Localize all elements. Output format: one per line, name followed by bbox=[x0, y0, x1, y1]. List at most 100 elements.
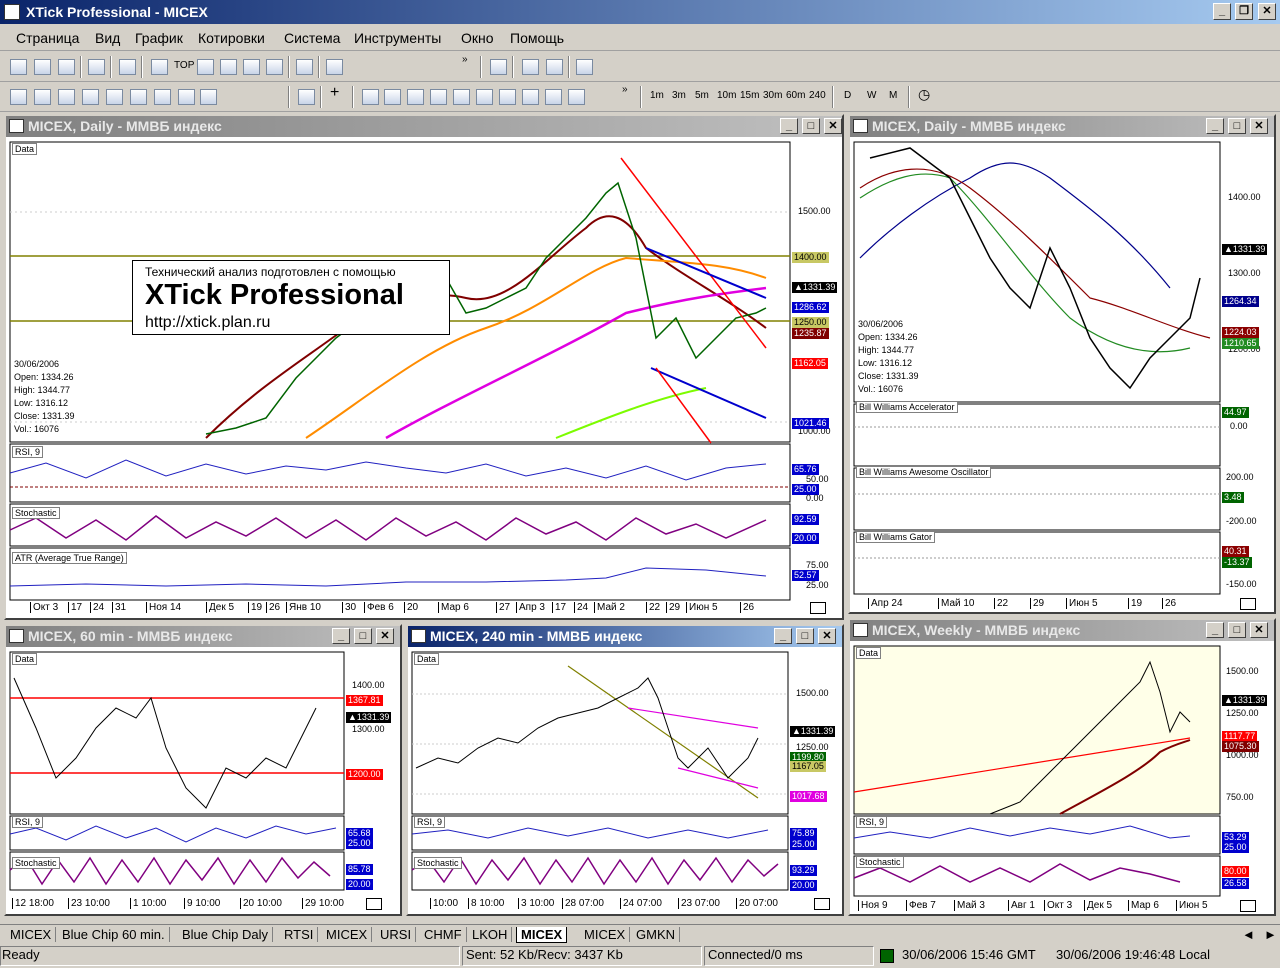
tab-rtsi[interactable]: RTSI bbox=[280, 927, 319, 942]
tf-10m[interactable]: 10m bbox=[717, 90, 736, 101]
minimize-button[interactable]: _ bbox=[1206, 622, 1224, 638]
tf-d[interactable]: D bbox=[844, 90, 851, 101]
bar-chart-icon[interactable] bbox=[10, 89, 27, 105]
fibo-arcs-icon[interactable] bbox=[522, 89, 539, 105]
main-daily-chart[interactable] bbox=[6, 138, 842, 618]
tf-3m[interactable]: 3m bbox=[672, 90, 686, 101]
window-right-daily-titlebar[interactable]: MICEX, Daily - ММВБ индекс _ □ ✕ bbox=[850, 116, 1274, 137]
menu-chart[interactable]: График bbox=[135, 30, 183, 46]
minimize-button[interactable]: _ bbox=[1206, 118, 1224, 134]
toolbar-overflow-icon[interactable]: » bbox=[462, 54, 468, 65]
scale-toggle-icon[interactable] bbox=[366, 898, 382, 910]
weekly-chart[interactable] bbox=[850, 642, 1274, 914]
renko-icon[interactable] bbox=[154, 89, 171, 105]
tab-micex-1[interactable]: MICEX bbox=[6, 927, 57, 942]
trendline-icon[interactable] bbox=[430, 89, 447, 105]
fibo-levels-icon[interactable] bbox=[499, 89, 516, 105]
save-page-icon[interactable] bbox=[522, 59, 539, 75]
tf-240[interactable]: 240 bbox=[809, 90, 826, 101]
watchlist-icon[interactable] bbox=[151, 59, 168, 75]
coins-icon[interactable] bbox=[243, 59, 260, 75]
tab-micex-active[interactable]: MICEX bbox=[516, 927, 568, 943]
tab-lkoh[interactable]: LKOH bbox=[468, 927, 513, 942]
minimize-button[interactable]: _ bbox=[332, 628, 350, 644]
candle-chart-icon[interactable] bbox=[34, 89, 51, 105]
window-main-daily-titlebar[interactable]: MICEX, Daily - ММВБ индекс _ □ ✕ bbox=[6, 116, 842, 137]
menu-quotes[interactable]: Котировки bbox=[198, 30, 265, 46]
tab-micex-2[interactable]: MICEX bbox=[322, 927, 373, 942]
search-icon[interactable] bbox=[197, 59, 214, 75]
scale-toggle-icon[interactable] bbox=[810, 602, 826, 614]
tab-gmkn[interactable]: GMKN bbox=[632, 927, 680, 942]
crosshair-icon[interactable]: + bbox=[330, 84, 339, 102]
scale-toggle-icon[interactable] bbox=[1240, 900, 1256, 912]
window-240min[interactable]: MICEX, 240 min - ММВБ индекс _ □ ✕ Data … bbox=[406, 624, 844, 916]
minimize-button[interactable]: _ bbox=[1213, 3, 1231, 20]
maximize-button[interactable]: □ bbox=[1228, 118, 1246, 134]
pnf-icon[interactable] bbox=[106, 89, 123, 105]
close-button[interactable]: ✕ bbox=[818, 628, 836, 644]
tf-w[interactable]: W bbox=[867, 90, 876, 101]
close-button[interactable]: ✕ bbox=[1258, 3, 1276, 20]
clock-icon[interactable]: ◷ bbox=[918, 86, 930, 103]
news-icon[interactable] bbox=[326, 59, 343, 75]
tf-60m[interactable]: 60m bbox=[786, 90, 805, 101]
hilo-icon[interactable] bbox=[82, 89, 99, 105]
close-button[interactable]: ✕ bbox=[824, 118, 842, 134]
line-icon[interactable] bbox=[58, 89, 75, 105]
tf-5m[interactable]: 5m bbox=[695, 90, 709, 101]
table-icon[interactable] bbox=[34, 59, 51, 75]
60min-chart[interactable] bbox=[6, 648, 400, 914]
window-right-daily[interactable]: MICEX, Daily - ММВБ индекс _ □ ✕ 30/06/2… bbox=[848, 114, 1276, 614]
tab-micex-4[interactable]: MICEX bbox=[580, 927, 631, 942]
list-icon[interactable] bbox=[88, 59, 105, 75]
window-weekly-titlebar[interactable]: MICEX, Weekly - ММВБ индекс _ □ ✕ bbox=[850, 620, 1274, 641]
menu-window[interactable]: Окно bbox=[461, 30, 494, 46]
menu-tools[interactable]: Инструменты bbox=[354, 30, 441, 46]
alerts-icon[interactable] bbox=[220, 59, 237, 75]
maximize-button[interactable]: □ bbox=[1228, 622, 1246, 638]
line-chart-icon[interactable] bbox=[10, 59, 27, 75]
tf-15m[interactable]: 15m bbox=[740, 90, 759, 101]
vline-icon[interactable] bbox=[407, 89, 424, 105]
maximize-button[interactable]: □ bbox=[796, 628, 814, 644]
volume-icon[interactable] bbox=[178, 89, 195, 105]
close-button[interactable]: ✕ bbox=[1250, 118, 1268, 134]
minimize-button[interactable]: _ bbox=[774, 628, 792, 644]
menu-page[interactable]: Страница bbox=[16, 30, 79, 46]
hline-icon[interactable] bbox=[384, 89, 401, 105]
window-240min-titlebar[interactable]: MICEX, 240 min - ММВБ индекс _ □ ✕ bbox=[408, 626, 842, 647]
window-60min-titlebar[interactable]: MICEX, 60 min - ММВБ индекс _ □ ✕ bbox=[6, 626, 400, 647]
new-page-icon[interactable] bbox=[490, 59, 507, 75]
notes-icon[interactable] bbox=[266, 59, 283, 75]
tf-m[interactable]: M bbox=[889, 90, 897, 101]
channel-icon[interactable] bbox=[453, 89, 470, 105]
tab-scroll-right-icon[interactable]: ► bbox=[1260, 927, 1280, 942]
scale-toggle-icon[interactable] bbox=[814, 898, 830, 910]
delete-icon[interactable] bbox=[576, 59, 593, 75]
kagi-icon[interactable] bbox=[130, 89, 147, 105]
gann-icon[interactable] bbox=[545, 89, 562, 105]
window-60min[interactable]: MICEX, 60 min - ММВБ индекс _ □ ✕ Data 1… bbox=[4, 624, 402, 916]
load-page-icon[interactable] bbox=[546, 59, 563, 75]
tab-ursi[interactable]: URSI bbox=[376, 927, 417, 942]
minimize-button[interactable]: _ bbox=[780, 118, 798, 134]
cycles-icon[interactable] bbox=[568, 89, 585, 105]
maximize-button[interactable]: □ bbox=[354, 628, 372, 644]
menu-view[interactable]: Вид bbox=[95, 30, 120, 46]
menu-system[interactable]: Система bbox=[284, 30, 340, 46]
tab-chmf[interactable]: CHMF bbox=[420, 927, 467, 942]
tf-1m[interactable]: 1m bbox=[650, 90, 664, 101]
240min-chart[interactable] bbox=[408, 648, 842, 914]
print-icon[interactable] bbox=[119, 59, 136, 75]
sound-icon[interactable] bbox=[296, 59, 313, 75]
close-button[interactable]: ✕ bbox=[1250, 622, 1268, 638]
top-button[interactable]: TOP bbox=[174, 60, 194, 71]
maximize-button[interactable]: □ bbox=[802, 118, 820, 134]
window-weekly[interactable]: MICEX, Weekly - ММВБ индекс _ □ ✕ Data 1… bbox=[848, 618, 1276, 916]
tf-30m[interactable]: 30m bbox=[763, 90, 782, 101]
profile-icon[interactable] bbox=[200, 89, 217, 105]
window-main-daily[interactable]: MICEX, Daily - ММВБ индекс _ □ ✕ Техниче… bbox=[4, 114, 844, 620]
menu-help[interactable]: Помощь bbox=[510, 30, 564, 46]
tab-scroll-left-icon[interactable]: ◄ bbox=[1238, 927, 1259, 942]
